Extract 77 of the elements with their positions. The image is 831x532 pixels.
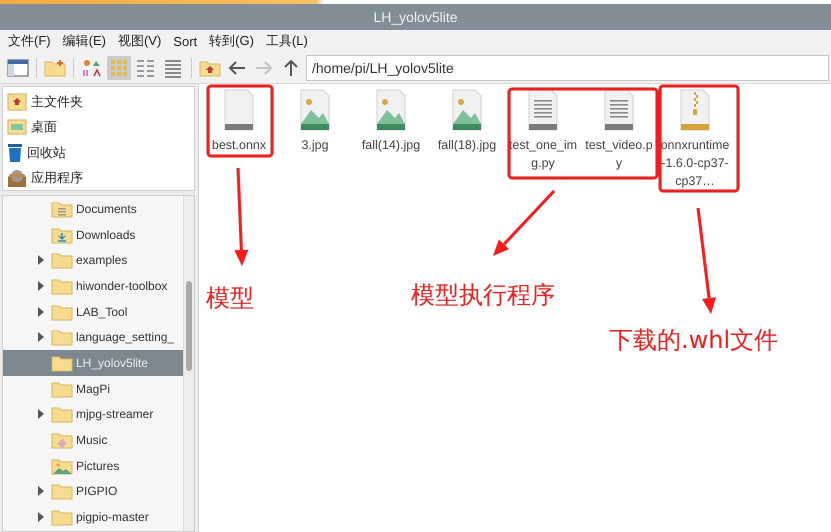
place-label: 主文件夹 (31, 92, 83, 111)
annotation-label: 模型执行程序 (411, 280, 555, 311)
folder-tree-item[interactable]: examples (3, 247, 183, 274)
folder-icon (51, 276, 73, 295)
folder-name: Downloads (76, 228, 136, 242)
folder-name: language_setting_ (76, 330, 174, 344)
folder-icon (51, 200, 73, 218)
folder-name: examples (76, 253, 128, 268)
folder-name: PIGPIO (76, 484, 118, 498)
place-item[interactable]: 主文件夹 (3, 89, 194, 114)
window-title: LH_yolov5lite (0, 4, 831, 30)
menu-item[interactable]: 工具(L) (266, 32, 308, 50)
file-name[interactable]: test_video.py (584, 136, 654, 172)
folder-icon (51, 302, 73, 321)
folder-icon (51, 508, 73, 526)
place-item[interactable]: 回收站 (3, 140, 194, 166)
expand-triangle-icon[interactable] (38, 512, 44, 522)
folder-icon (51, 431, 73, 450)
annotation-label: 模型 (206, 283, 254, 314)
file-name[interactable]: fall(14).jpg (356, 136, 426, 154)
folder-tree-item[interactable]: mjpg-streamer (3, 402, 183, 428)
folder-tree-item[interactable]: hiwonder-toolbox (3, 273, 183, 299)
place-label: 应用程序 (31, 169, 83, 188)
folder-name: Pictures (76, 458, 120, 473)
place-label: 桌面 (31, 118, 57, 136)
scrollbar[interactable] (183, 196, 194, 531)
place-label: 回收站 (27, 144, 66, 162)
folder-icon (51, 405, 73, 424)
folder-name: mjpg-streamer (76, 407, 154, 422)
folder-tree-item[interactable]: MagPi (3, 376, 183, 402)
place-item[interactable]: 桌面 (3, 114, 194, 140)
menu-item[interactable]: 文件(F) (8, 32, 51, 50)
expand-triangle-icon[interactable] (38, 255, 44, 266)
file-name[interactable]: 3.jpg (280, 136, 350, 154)
folder-tree-item[interactable]: pigpio-master (3, 504, 183, 530)
expand-triangle-icon[interactable] (38, 280, 44, 291)
folder-tree-item[interactable]: Music (3, 427, 183, 453)
folder-icon (51, 482, 73, 500)
file-name[interactable]: best.onnx (204, 136, 274, 154)
applications-icon (7, 168, 27, 188)
home-folder-icon (7, 92, 27, 111)
place-item[interactable]: 应用程序 (3, 166, 194, 191)
folder-icon (51, 380, 73, 398)
folder-name: Documents (76, 202, 137, 216)
folder-tree-item[interactable]: Documents (3, 196, 183, 222)
folder-name: Music (76, 433, 108, 448)
expand-triangle-icon[interactable] (38, 306, 44, 317)
desktop-icon (7, 119, 27, 136)
menu-item[interactable]: Sort (173, 34, 198, 48)
folder-icon (51, 456, 73, 475)
file-name[interactable]: test_one_img.py (508, 136, 578, 172)
folder-name: LH_yolov5lite (76, 356, 148, 370)
path-field[interactable]: /home/pi/LH_yolov5lite (306, 54, 829, 80)
expand-triangle-icon[interactable] (38, 332, 44, 342)
folder-tree-item[interactable]: language_setting_ (3, 324, 183, 350)
folder-name: hiwonder-toolbox (76, 278, 168, 293)
folder-tree-item[interactable]: LAB_Tool (3, 298, 183, 324)
annotation-arrow (493, 190, 556, 256)
menu-item[interactable]: 视图(V) (118, 32, 162, 50)
menu-item[interactable]: 编辑(E) (62, 32, 106, 50)
folder-icon (51, 354, 73, 372)
trash-icon (7, 142, 23, 163)
folder-icon (51, 226, 73, 244)
expand-triangle-icon[interactable] (38, 486, 44, 496)
annotation-label: 下载的.whl文件 (609, 325, 778, 356)
file-name[interactable]: onnxruntime-1.6.0-cp37-cp37… (660, 136, 730, 190)
expand-triangle-icon[interactable] (38, 409, 44, 420)
folder-icon (51, 328, 73, 346)
folder-name: LAB_Tool (76, 304, 128, 319)
folder-tree-item[interactable]: Downloads (3, 222, 183, 248)
folder-name: pigpio-master (76, 510, 149, 524)
folder-tree-item[interactable]: PIGPIO (3, 478, 183, 504)
folder-icon (51, 251, 73, 270)
folder-name: MagPi (76, 382, 110, 396)
file-name[interactable]: fall(18).jpg (432, 136, 502, 154)
menu-item[interactable]: 转到(G) (209, 32, 254, 50)
folder-tree-item[interactable]: Pictures (3, 452, 183, 479)
